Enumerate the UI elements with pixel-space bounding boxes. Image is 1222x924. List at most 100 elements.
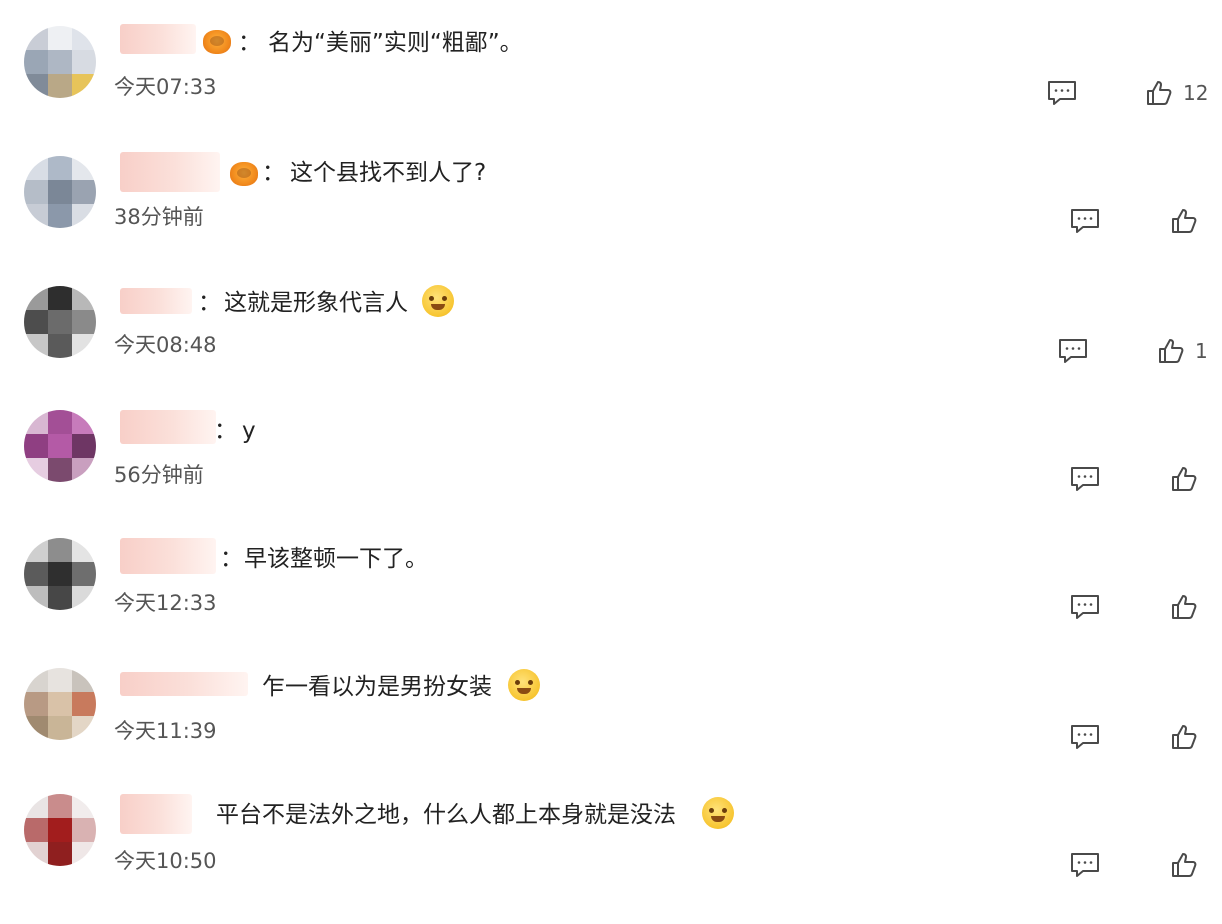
avatar-tile xyxy=(48,586,72,610)
like-button[interactable] xyxy=(1170,464,1208,494)
avatar-tile xyxy=(72,842,96,866)
like-count: 1 xyxy=(1195,339,1208,363)
comment-time: 56分钟前 xyxy=(114,463,204,487)
avatar-tile xyxy=(72,586,96,610)
thumbs-up-icon xyxy=(1172,595,1197,619)
comment-icon xyxy=(1071,209,1099,233)
crown-badge-icon xyxy=(230,162,258,186)
avatar[interactable] xyxy=(24,668,96,740)
username-blurred[interactable] xyxy=(120,672,248,696)
reply-button[interactable] xyxy=(1070,724,1100,750)
comment-text: 名为“美丽”实则“粗鄙”。 xyxy=(268,30,523,56)
comment-icon xyxy=(1071,725,1099,749)
avatar-tile xyxy=(24,668,48,692)
like-button[interactable] xyxy=(1170,850,1208,880)
avatar-tile xyxy=(48,842,72,866)
avatar-tile xyxy=(48,794,72,818)
avatar-tile xyxy=(24,458,48,482)
avatar[interactable] xyxy=(24,26,96,98)
username-blurred[interactable] xyxy=(120,152,220,192)
avatar-tile xyxy=(48,668,72,692)
comment-icon xyxy=(1071,853,1099,877)
avatar-tile xyxy=(72,538,96,562)
avatar-tile xyxy=(48,204,72,228)
avatar-tile xyxy=(48,74,72,98)
comment-time: 今天11:39 xyxy=(114,719,217,743)
avatar-tile xyxy=(72,410,96,434)
username-blurred[interactable] xyxy=(120,794,192,834)
avatar-tile xyxy=(24,842,48,866)
comment-icon xyxy=(1071,595,1099,619)
avatar-tile xyxy=(72,716,96,740)
avatar-tile xyxy=(48,562,72,586)
avatar[interactable] xyxy=(24,156,96,228)
thumbs-up-icon xyxy=(1172,725,1197,749)
worried-emoji-icon xyxy=(702,797,734,829)
avatar-tile xyxy=(48,156,72,180)
comment-separator: ： xyxy=(214,418,237,444)
avatar-tile xyxy=(48,692,72,716)
avatar-tile xyxy=(24,156,48,180)
avatar-tile xyxy=(24,818,48,842)
avatar-tile xyxy=(24,562,48,586)
crown-badge-icon xyxy=(203,30,231,54)
like-count: 12 xyxy=(1183,81,1209,105)
like-button[interactable] xyxy=(1170,592,1208,622)
reply-button[interactable] xyxy=(1070,594,1100,620)
avatar-tile xyxy=(72,156,96,180)
avatar-tile xyxy=(24,586,48,610)
comment-item: ： y 56分钟前 xyxy=(0,408,1222,538)
avatar-tile xyxy=(72,204,96,228)
avatar-tile xyxy=(48,818,72,842)
thumbs-up-icon xyxy=(1159,339,1184,363)
username-blurred[interactable] xyxy=(120,288,192,314)
avatar-tile xyxy=(72,180,96,204)
avatar-tile xyxy=(24,180,48,204)
username-blurred[interactable] xyxy=(120,24,196,54)
reply-button[interactable] xyxy=(1070,466,1100,492)
avatar-tile xyxy=(48,310,72,334)
comment-text: 早该整顿一下了。 xyxy=(244,546,428,572)
avatar[interactable] xyxy=(24,794,96,866)
comment-time: 今天08:48 xyxy=(114,333,217,357)
comment-time: 38分钟前 xyxy=(114,205,204,229)
avatar-tile xyxy=(72,668,96,692)
avatar-tile xyxy=(72,26,96,50)
avatar-tile xyxy=(24,334,48,358)
avatar-tile xyxy=(48,434,72,458)
avatar-tile xyxy=(24,50,48,74)
avatar-tile xyxy=(24,434,48,458)
avatar-tile xyxy=(72,562,96,586)
avatar-tile xyxy=(48,26,72,50)
avatar[interactable] xyxy=(24,286,96,358)
comment-time: 今天12:33 xyxy=(114,591,217,615)
avatar-tile xyxy=(24,794,48,818)
reply-button[interactable] xyxy=(1070,852,1100,878)
username-blurred[interactable] xyxy=(120,538,216,574)
avatar[interactable] xyxy=(24,410,96,482)
reply-button[interactable] xyxy=(1070,208,1100,234)
like-button[interactable]: 1 xyxy=(1157,336,1208,366)
like-button[interactable] xyxy=(1170,206,1208,236)
reply-button[interactable] xyxy=(1058,338,1088,364)
avatar[interactable] xyxy=(24,538,96,610)
username-blurred[interactable] xyxy=(120,410,216,444)
thumbs-up-icon xyxy=(1147,81,1172,105)
tongue-out-emoji-icon xyxy=(508,669,540,701)
comment-item: ： 这个县找不到人了? 38分钟前 xyxy=(0,150,1222,280)
avatar-tile xyxy=(48,458,72,482)
avatar-tile xyxy=(24,692,48,716)
avatar-tile xyxy=(48,180,72,204)
comment-item: ： 早该整顿一下了。 今天12:33 xyxy=(0,536,1222,666)
comment-time: 今天07:33 xyxy=(114,75,217,99)
avatar-tile xyxy=(24,716,48,740)
like-button[interactable]: 12 xyxy=(1145,78,1208,108)
reply-button[interactable] xyxy=(1047,80,1077,106)
like-button[interactable] xyxy=(1170,722,1208,752)
avatar-tile xyxy=(72,310,96,334)
comment-icon xyxy=(1048,81,1076,105)
avatar-tile xyxy=(72,434,96,458)
comment-text: 平台不是法外之地，什么人都上本身就是没法 xyxy=(216,802,676,828)
avatar-tile xyxy=(48,538,72,562)
avatar-tile xyxy=(24,26,48,50)
